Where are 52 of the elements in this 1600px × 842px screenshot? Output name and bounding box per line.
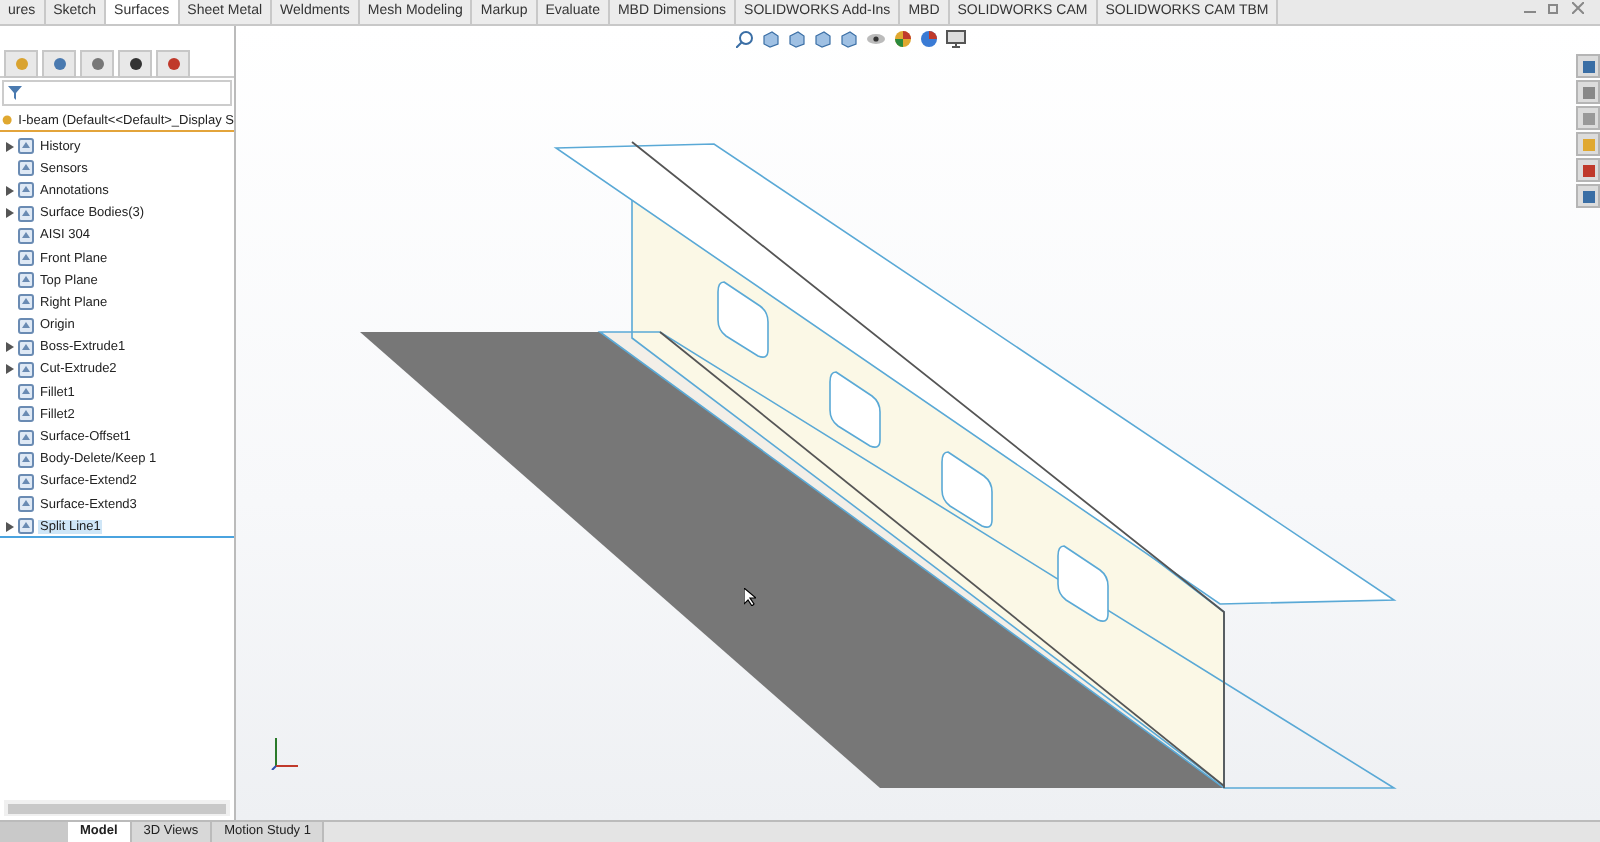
square-icon <box>1581 189 1595 203</box>
feature-icon <box>18 272 34 289</box>
panel-tab[interactable] <box>156 50 190 78</box>
feature-icon <box>18 205 34 222</box>
feature-icon <box>18 451 34 468</box>
feature-icon <box>18 339 34 356</box>
square-icon <box>1581 59 1595 73</box>
circle-icon <box>89 56 105 72</box>
task-pane-button[interactable] <box>1576 158 1600 182</box>
feature-icon <box>18 361 34 378</box>
monitor-icon[interactable] <box>946 30 966 48</box>
search-icon[interactable] <box>736 30 754 48</box>
expand-arrow-icon[interactable] <box>6 521 14 532</box>
restore-icon[interactable] <box>1548 2 1560 14</box>
expand-arrow-icon[interactable] <box>6 364 14 375</box>
panel-tab[interactable] <box>118 50 152 78</box>
task-pane-button[interactable] <box>1576 80 1600 104</box>
cursor-icon <box>744 588 756 606</box>
expand-arrow-icon[interactable] <box>6 185 14 196</box>
feature-icon <box>18 138 34 155</box>
expand-arrow-icon[interactable] <box>6 342 14 353</box>
expand-arrow-icon[interactable] <box>6 141 14 152</box>
feature-icon <box>18 384 34 401</box>
feature-icon <box>18 406 34 423</box>
eye-icon[interactable] <box>866 32 886 46</box>
feature-icon <box>18 429 34 446</box>
square-icon <box>1581 85 1595 99</box>
horizontal-scrollbar[interactable] <box>4 800 230 816</box>
feature-icon <box>18 182 34 199</box>
part-icon <box>2 112 13 128</box>
square-icon <box>1581 137 1595 151</box>
feature-icon <box>18 317 34 334</box>
expand-arrow-icon[interactable] <box>6 208 14 219</box>
feature-icon <box>18 473 34 490</box>
feature-icon <box>18 160 34 177</box>
circle-icon <box>13 56 29 72</box>
filter-field[interactable] <box>2 80 232 106</box>
close-icon[interactable] <box>1572 2 1584 14</box>
feature-icon <box>18 227 34 244</box>
feature-icon <box>18 496 34 513</box>
feature-icon <box>18 250 34 267</box>
circle-icon <box>51 56 67 72</box>
feature-icon <box>18 294 34 311</box>
square-icon <box>1581 163 1595 177</box>
circle-icon <box>165 56 181 72</box>
square-icon <box>1581 111 1595 125</box>
task-pane-button[interactable] <box>1576 184 1600 208</box>
axis-triad-icon <box>270 734 302 770</box>
filter-icon <box>8 86 22 100</box>
feature-icon <box>18 518 34 535</box>
task-pane-button[interactable] <box>1576 54 1600 78</box>
circle-icon <box>127 56 143 72</box>
